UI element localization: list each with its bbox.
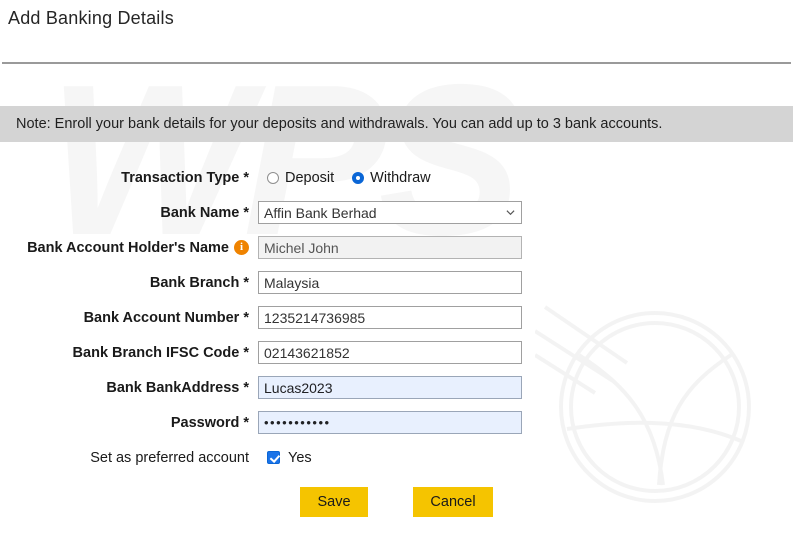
note-banner: Note: Enroll your bank details for your … [0,106,793,142]
radio-withdraw-label: Withdraw [370,169,431,186]
bank-bankaddress-label: Bank BankAddress * [106,379,249,396]
account-holder-name-field [258,236,522,259]
bank-branch-ifsc-code-label: Bank Branch IFSC Code * [72,344,249,361]
radio-option-deposit[interactable]: Deposit [267,170,334,186]
account-holder-name-label-text: Bank Account Holder's Name [27,239,229,256]
preferred-account-label: Set as preferred account [90,449,249,466]
form-row-transaction-type: Transaction Type * Deposit Withdraw [0,160,793,195]
password-input[interactable] [258,411,522,434]
radio-withdraw-icon[interactable] [352,171,365,184]
bank-name-label: Bank Name * [160,204,249,221]
form-row-bank-branch-ifsc-code: Bank Branch IFSC Code * [0,335,793,370]
transaction-type-label: Transaction Type * [121,169,249,186]
preferred-account-checkbox-group[interactable]: Yes [258,450,312,466]
banking-details-form: Transaction Type * Deposit Withdraw Bank… [0,160,793,475]
bank-branch-input[interactable] [258,271,522,294]
form-row-bank-account-number: Bank Account Number * [0,300,793,335]
transaction-type-radio-group: Deposit Withdraw [258,170,449,186]
info-icon[interactable]: i [234,240,249,255]
bank-branch-ifsc-code-field [258,341,522,364]
preferred-account-field: Yes [258,450,312,466]
radio-deposit-label: Deposit [285,169,335,186]
bank-account-number-input[interactable] [258,306,522,329]
note-text: Note: Enroll your bank details for your … [16,116,663,132]
bank-bankaddress-field [258,376,522,399]
preferred-account-checkbox[interactable] [267,451,280,464]
page-title: Add Banking Details [8,8,174,28]
bank-account-number-label: Bank Account Number * [83,309,249,326]
password-label: Password * [170,414,249,431]
form-row-password: Password * [0,405,793,440]
save-button[interactable]: Save [300,487,368,517]
bank-name-field: Affin Bank Berhad [258,201,522,224]
bank-branch-label: Bank Branch * [149,274,249,291]
bank-account-number-field [258,306,522,329]
form-row-bank-bankaddress: Bank BankAddress * [0,370,793,405]
bank-bankaddress-input[interactable] [258,376,522,399]
form-row-bank-branch: Bank Branch * [0,265,793,300]
radio-option-withdraw[interactable]: Withdraw [352,169,431,186]
form-row-preferred-account: Set as preferred account Yes [0,440,793,475]
button-row-spacer [0,487,300,517]
preferred-account-checkbox-label: Yes [288,449,312,466]
header-divider [2,62,791,64]
form-actions: Save Cancel [0,487,793,517]
bank-name-select[interactable]: Affin Bank Berhad [258,201,522,224]
password-field [258,411,522,434]
cancel-button[interactable]: Cancel [413,487,493,517]
radio-deposit-icon[interactable] [267,171,279,184]
form-row-bank-name: Bank Name * Affin Bank Berhad [0,195,793,230]
bank-name-select-wrapper: Affin Bank Berhad [258,201,522,224]
account-holder-name-input[interactable] [258,236,522,259]
account-holder-name-label: Bank Account Holder's Name i [0,240,258,256]
bank-branch-ifsc-code-input[interactable] [258,341,522,364]
bank-branch-field [258,271,522,294]
form-row-account-holder-name: Bank Account Holder's Name i [0,230,793,265]
transaction-type-field: Deposit Withdraw [258,170,449,186]
